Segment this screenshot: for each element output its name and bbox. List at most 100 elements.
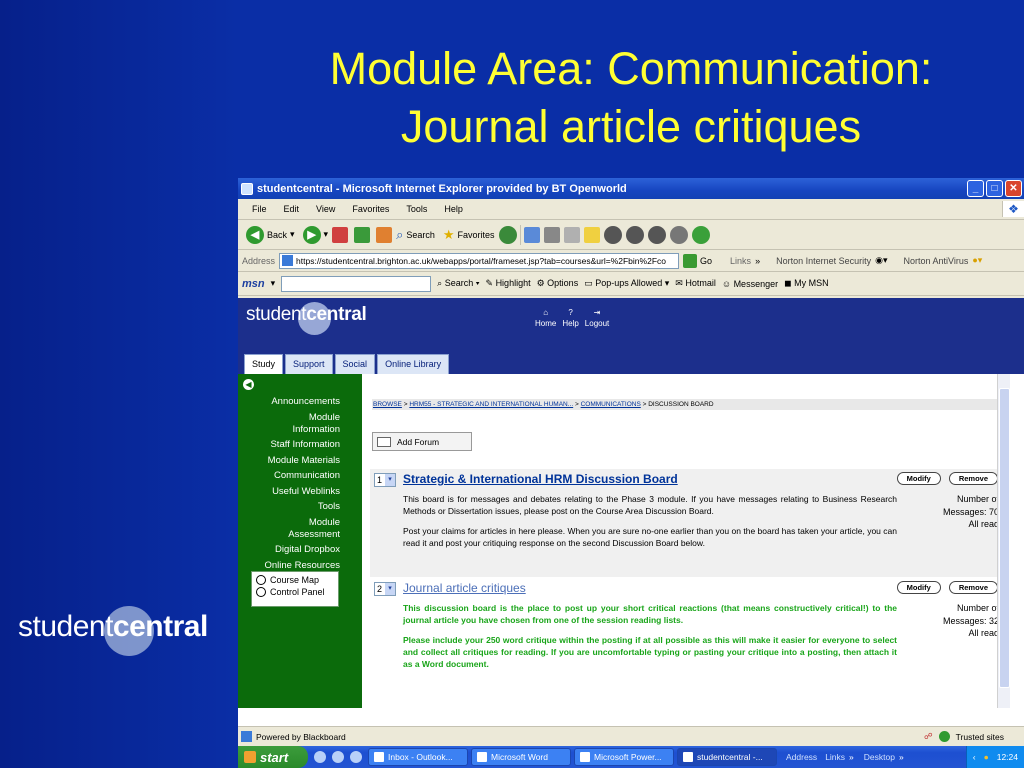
menu-tools[interactable]: Tools bbox=[396, 204, 434, 214]
go-button[interactable]: Go bbox=[683, 253, 712, 268]
discuss-icon[interactable] bbox=[603, 225, 622, 244]
forum-meta-read: All read bbox=[968, 628, 999, 638]
mail-icon[interactable] bbox=[523, 226, 540, 243]
msn-popups[interactable]: ▭ Pop-ups Allowed ▾ bbox=[584, 278, 669, 289]
taskbar-links[interactable]: Links bbox=[825, 752, 845, 762]
norton-antivirus-label[interactable]: Norton AntiVirus bbox=[904, 256, 969, 266]
msn-search-input[interactable] bbox=[281, 275, 432, 292]
msn-messenger[interactable]: ☺ Messenger bbox=[722, 279, 778, 289]
forum-order-select[interactable]: 2 ▾ bbox=[374, 582, 396, 596]
taskbar-address[interactable]: Address bbox=[786, 752, 817, 762]
taskbar-chevron-icon[interactable]: » bbox=[849, 752, 854, 762]
notes-icon[interactable] bbox=[583, 226, 600, 243]
breadcrumb-browse[interactable]: BROWSE bbox=[373, 401, 402, 408]
security-zone[interactable]: Trusted sites bbox=[956, 732, 1004, 742]
scrollbar-thumb[interactable] bbox=[999, 388, 1010, 688]
menu-help[interactable]: Help bbox=[434, 204, 470, 214]
address-input[interactable]: https://studentcentral.brighton.ac.uk/we… bbox=[279, 252, 680, 269]
msn-hotmail[interactable]: ✉ Hotmail bbox=[675, 278, 716, 289]
chat-icon[interactable] bbox=[669, 225, 688, 244]
sidebar-item-online-resources[interactable]: Online Resources bbox=[238, 560, 340, 572]
sidebar-item-communication[interactable]: Communication bbox=[238, 470, 340, 482]
modify-button[interactable]: Modify bbox=[896, 581, 941, 594]
breadcrumb-communications[interactable]: COMMUNICATIONS bbox=[581, 401, 641, 408]
task-powerpoint[interactable]: Microsoft Power... bbox=[574, 748, 674, 766]
globe-icon[interactable]: ◉▾ bbox=[875, 255, 887, 266]
tab-study[interactable]: Study bbox=[244, 354, 284, 374]
back-button[interactable]: ◀ Back ▾ bbox=[242, 223, 299, 247]
nav-logout[interactable]: ⇥ Logout bbox=[585, 308, 609, 328]
tray-norton-icon[interactable]: ● bbox=[984, 752, 989, 762]
stop-icon[interactable] bbox=[332, 226, 349, 243]
norton-icon[interactable]: ●▾ bbox=[972, 255, 982, 266]
menu-file[interactable]: File bbox=[242, 204, 274, 214]
course-map-link[interactable]: Course Map bbox=[256, 575, 334, 585]
history-icon[interactable] bbox=[498, 225, 517, 244]
msn-highlight[interactable]: ✎ Highlight bbox=[486, 278, 531, 289]
msn-mymsn[interactable]: ◼ My MSN bbox=[784, 278, 828, 289]
msn-logo[interactable]: msn bbox=[242, 278, 265, 290]
people-icon[interactable] bbox=[691, 225, 710, 244]
breadcrumb-module[interactable]: HRM55 - STRATEGIC AND INTERNATIONAL HUMA… bbox=[409, 401, 573, 408]
remove-button[interactable]: Remove bbox=[948, 581, 998, 594]
links-label[interactable]: Links bbox=[730, 256, 751, 266]
home-icon[interactable] bbox=[376, 226, 393, 243]
menu-view[interactable]: View bbox=[306, 204, 342, 214]
tab-social[interactable]: Social bbox=[334, 354, 376, 374]
sidebar-item-module-materials[interactable]: Module Materials bbox=[238, 455, 340, 467]
privacy-icon[interactable]: ☍ bbox=[924, 731, 933, 742]
menu-edit[interactable]: Edit bbox=[274, 204, 307, 214]
maximize-button[interactable]: □ bbox=[986, 180, 1003, 197]
nav-help-label: Help bbox=[562, 319, 579, 328]
taskbar-desktop[interactable]: Desktop bbox=[864, 752, 895, 762]
taskbar-chevron-icon[interactable]: » bbox=[899, 752, 904, 762]
tab-support[interactable]: Support bbox=[285, 354, 333, 374]
sidebar-item-module-assessment[interactable]: Module Assessment bbox=[238, 517, 340, 541]
msn-search[interactable]: ⌕ Search ▾ bbox=[437, 278, 479, 289]
sc-logo[interactable]: studentcentral bbox=[246, 302, 367, 335]
quicklaunch-ie-icon[interactable] bbox=[314, 751, 326, 763]
sidebar-item-announcements[interactable]: Announcements bbox=[238, 396, 340, 408]
forum-title-link[interactable]: Journal article critiques bbox=[403, 581, 526, 595]
print-icon[interactable] bbox=[543, 226, 560, 243]
tab-online-library[interactable]: Online Library bbox=[377, 354, 450, 374]
collapse-arrow-icon[interactable]: ◀ bbox=[243, 379, 254, 390]
forum-description: This discussion board is the place to po… bbox=[403, 602, 897, 678]
menu-favorites[interactable]: Favorites bbox=[342, 204, 396, 214]
norton-security-label[interactable]: Norton Internet Security bbox=[776, 256, 871, 266]
minimize-button[interactable]: _ bbox=[967, 180, 984, 197]
nav-help[interactable]: ? Help bbox=[562, 308, 578, 328]
forum-title-link[interactable]: Strategic & International HRM Discussion… bbox=[403, 472, 678, 486]
modify-button[interactable]: Modify bbox=[896, 472, 941, 485]
sidebar-item-useful-weblinks[interactable]: Useful Weblinks bbox=[238, 486, 340, 498]
close-button[interactable]: ✕ bbox=[1005, 180, 1022, 197]
vertical-scrollbar[interactable] bbox=[997, 374, 1010, 708]
research-icon[interactable] bbox=[625, 225, 644, 244]
nav-home[interactable]: ⌂ Home bbox=[535, 308, 556, 328]
messenger-icon[interactable] bbox=[647, 225, 666, 244]
add-forum-button[interactable]: Add Forum bbox=[372, 432, 472, 451]
sidebar-item-staff-information[interactable]: Staff Information bbox=[238, 439, 340, 451]
sidebar-item-digital-dropbox[interactable]: Digital Dropbox bbox=[238, 544, 340, 556]
sidebar-item-tools[interactable]: Tools bbox=[238, 501, 340, 513]
tray-expand-icon[interactable]: ‹ bbox=[973, 752, 976, 762]
msn-dropdown-icon[interactable]: ▾ bbox=[271, 278, 276, 289]
search-button[interactable]: ⌕ Search bbox=[392, 223, 439, 247]
edit-icon[interactable] bbox=[563, 226, 580, 243]
msn-options[interactable]: ⚙ Options bbox=[537, 278, 579, 289]
favorites-button[interactable]: ★ Favorites bbox=[439, 223, 499, 247]
quicklaunch-desktop-icon[interactable] bbox=[350, 751, 362, 763]
start-button[interactable]: start bbox=[238, 746, 308, 768]
forward-button[interactable]: ▶ ▾ bbox=[299, 223, 333, 247]
refresh-icon[interactable] bbox=[354, 226, 371, 243]
remove-button[interactable]: Remove bbox=[948, 472, 998, 485]
slide-title-line2: Journal article critiques bbox=[400, 101, 862, 152]
forum-order-select[interactable]: 1 ▾ bbox=[374, 473, 396, 487]
task-outlook[interactable]: Inbox - Outlook... bbox=[368, 748, 468, 766]
quicklaunch-outlook-icon[interactable] bbox=[332, 751, 344, 763]
task-studentcentral[interactable]: studentcentral -... bbox=[677, 748, 777, 766]
chevron-right-icon[interactable]: » bbox=[755, 256, 760, 266]
task-word[interactable]: Microsoft Word bbox=[471, 748, 571, 766]
sidebar-item-module-information[interactable]: Module Information bbox=[238, 412, 340, 436]
control-panel-link[interactable]: Control Panel bbox=[256, 587, 334, 597]
